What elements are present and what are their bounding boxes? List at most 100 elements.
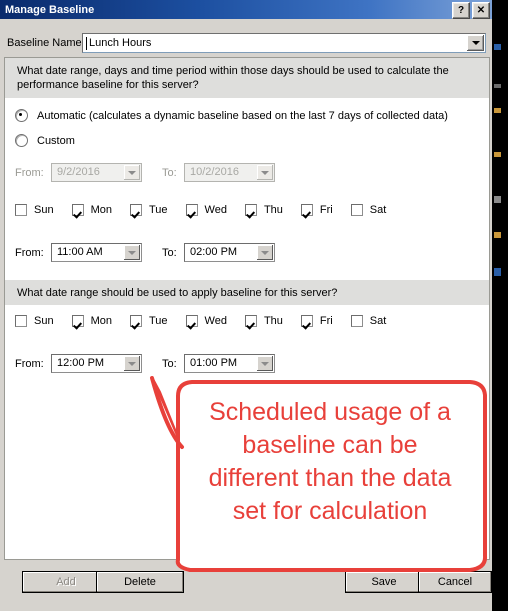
annotation-text: Scheduled usage of a baseline can be dif… <box>208 398 452 525</box>
baseline-name-row: Baseline Name Lunch Hours <box>0 33 492 54</box>
help-icon[interactable]: ? <box>452 2 470 19</box>
checkbox-apply-sun[interactable]: Sun <box>15 315 54 327</box>
calculate-date-to-combobox[interactable]: 10/2/2016 <box>184 163 275 182</box>
checkbox-indicator <box>15 315 27 327</box>
checkbox-indicator <box>244 204 257 216</box>
apply-time-to-label: To: <box>162 357 177 370</box>
checkbox-indicator <box>129 204 142 216</box>
radio-custom-label: Custom <box>37 134 75 147</box>
baseline-name-combobox[interactable]: Lunch Hours <box>82 33 486 53</box>
save-button[interactable]: Save <box>345 571 423 593</box>
baseline-name-label: Baseline Name <box>7 37 82 49</box>
title-bar-buttons: ? ✕ <box>452 2 490 19</box>
checkbox-calculate-fri[interactable]: Fri <box>300 204 333 216</box>
calculate-days-row: Sun Mon Tue Wed Thu Fri Sat <box>15 204 386 216</box>
checkbox-indicator <box>185 315 198 327</box>
window-title: Manage Baseline <box>5 3 95 16</box>
checkbox-label: Sat <box>369 204 387 216</box>
cancel-button[interactable]: Cancel <box>418 571 492 593</box>
calculate-date-to-value: 10/2/2016 <box>190 166 239 178</box>
checkbox-calculate-wed[interactable]: Wed <box>185 204 227 216</box>
apply-time-to-combobox[interactable]: 01:00 PM <box>184 354 275 373</box>
chevron-down-icon <box>128 250 136 255</box>
checkbox-calculate-sun[interactable]: Sun <box>15 204 54 216</box>
calculate-date-from-combobox[interactable]: 9/2/2016 <box>51 163 142 182</box>
chevron-down-icon <box>471 41 480 45</box>
baseline-name-dropdown-button[interactable] <box>467 35 484 51</box>
checkbox-apply-tue[interactable]: Tue <box>129 315 168 327</box>
checkbox-calculate-mon[interactable]: Mon <box>71 204 112 216</box>
calculate-time-range: From: 11:00 AM To: 02:00 PM <box>15 243 275 262</box>
checkbox-apply-sat[interactable]: Sat <box>350 315 387 327</box>
checkbox-apply-wed[interactable]: Wed <box>185 315 227 327</box>
chevron-down-icon <box>261 361 269 366</box>
checkbox-indicator <box>350 204 363 216</box>
baseline-name-value: Lunch Hours <box>89 37 152 49</box>
background-window-sliver <box>494 0 508 611</box>
calculate-date-to-dropdown-button[interactable] <box>257 165 273 180</box>
calculate-time-from-combobox[interactable]: 11:00 AM <box>51 243 142 262</box>
calculate-time-to-value: 02:00 PM <box>190 246 238 258</box>
calculate-date-from-value: 9/2/2016 <box>57 166 100 178</box>
chevron-down-icon <box>261 170 269 175</box>
chevron-down-icon <box>261 250 269 255</box>
checkbox-label: Tue <box>148 315 168 327</box>
apply-time-to-value: 01:00 PM <box>190 357 238 369</box>
checkbox-indicator <box>185 204 198 216</box>
calculate-date-from-dropdown-button[interactable] <box>124 165 140 180</box>
radio-automatic-indicator <box>15 109 28 122</box>
calculate-time-from-value: 11:00 AM <box>57 246 103 258</box>
title-bar[interactable]: Manage Baseline ? ✕ <box>0 0 492 19</box>
apply-section-question: What date range should be used to apply … <box>5 280 489 305</box>
apply-time-from-dropdown-button[interactable] <box>124 356 140 371</box>
calculate-time-to-dropdown-button[interactable] <box>257 245 273 260</box>
checkbox-label: Tue <box>148 204 168 216</box>
apply-time-range: From: 12:00 PM To: 01:00 PM <box>15 354 275 373</box>
close-icon[interactable]: ✕ <box>472 2 490 19</box>
radio-automatic[interactable]: Automatic (calculates a dynamic baseline… <box>15 109 448 122</box>
apply-time-to-dropdown-button[interactable] <box>257 356 273 371</box>
checkbox-label: Wed <box>204 315 227 327</box>
checkbox-label: Fri <box>319 204 333 216</box>
checkbox-label: Sun <box>34 315 54 327</box>
apply-time-from-combobox[interactable]: 12:00 PM <box>51 354 142 373</box>
checkbox-label: Sat <box>369 315 387 327</box>
calculate-time-from-dropdown-button[interactable] <box>124 245 140 260</box>
checkbox-label: Thu <box>263 204 283 216</box>
checkbox-label: Mon <box>90 315 112 327</box>
calculate-date-from-label: From: <box>15 166 44 179</box>
checkbox-indicator <box>71 204 84 216</box>
dialog-button-bar: Add Delete Save Cancel <box>0 563 492 611</box>
radio-automatic-label: Automatic (calculates a dynamic baseline… <box>37 109 448 122</box>
checkbox-label: Thu <box>263 315 283 327</box>
radio-custom-indicator <box>15 134 28 147</box>
checkbox-apply-fri[interactable]: Fri <box>300 315 333 327</box>
checkbox-indicator <box>350 315 363 327</box>
radio-custom[interactable]: Custom <box>15 134 75 147</box>
checkbox-indicator <box>244 315 257 327</box>
apply-time-from-label: From: <box>15 357 44 370</box>
delete-button[interactable]: Delete <box>96 571 184 593</box>
checkbox-indicator <box>15 204 27 216</box>
text-caret <box>86 37 87 50</box>
checkbox-label: Sun <box>34 204 54 216</box>
checkbox-apply-mon[interactable]: Mon <box>71 315 112 327</box>
checkbox-indicator <box>300 315 313 327</box>
checkbox-calculate-sat[interactable]: Sat <box>350 204 387 216</box>
calculate-date-range: From: 9/2/2016 To: 10/2/2016 <box>15 163 275 182</box>
calculate-section-question: What date range, days and time period wi… <box>5 58 489 98</box>
checkbox-calculate-tue[interactable]: Tue <box>129 204 168 216</box>
chevron-down-icon <box>128 361 136 366</box>
checkbox-label: Fri <box>319 315 333 327</box>
apply-time-from-value: 12:00 PM <box>57 357 105 369</box>
checkbox-indicator <box>71 315 84 327</box>
checkbox-calculate-thu[interactable]: Thu <box>244 204 283 216</box>
checkbox-indicator <box>300 204 313 216</box>
calculate-time-to-label: To: <box>162 246 177 259</box>
calculate-time-from-label: From: <box>15 246 44 259</box>
checkbox-apply-thu[interactable]: Thu <box>244 315 283 327</box>
apply-days-row: Sun Mon Tue Wed Thu Fri Sat <box>15 315 386 327</box>
calculate-time-to-combobox[interactable]: 02:00 PM <box>184 243 275 262</box>
chevron-down-icon <box>128 170 136 175</box>
calculate-date-to-label: To: <box>162 166 177 179</box>
